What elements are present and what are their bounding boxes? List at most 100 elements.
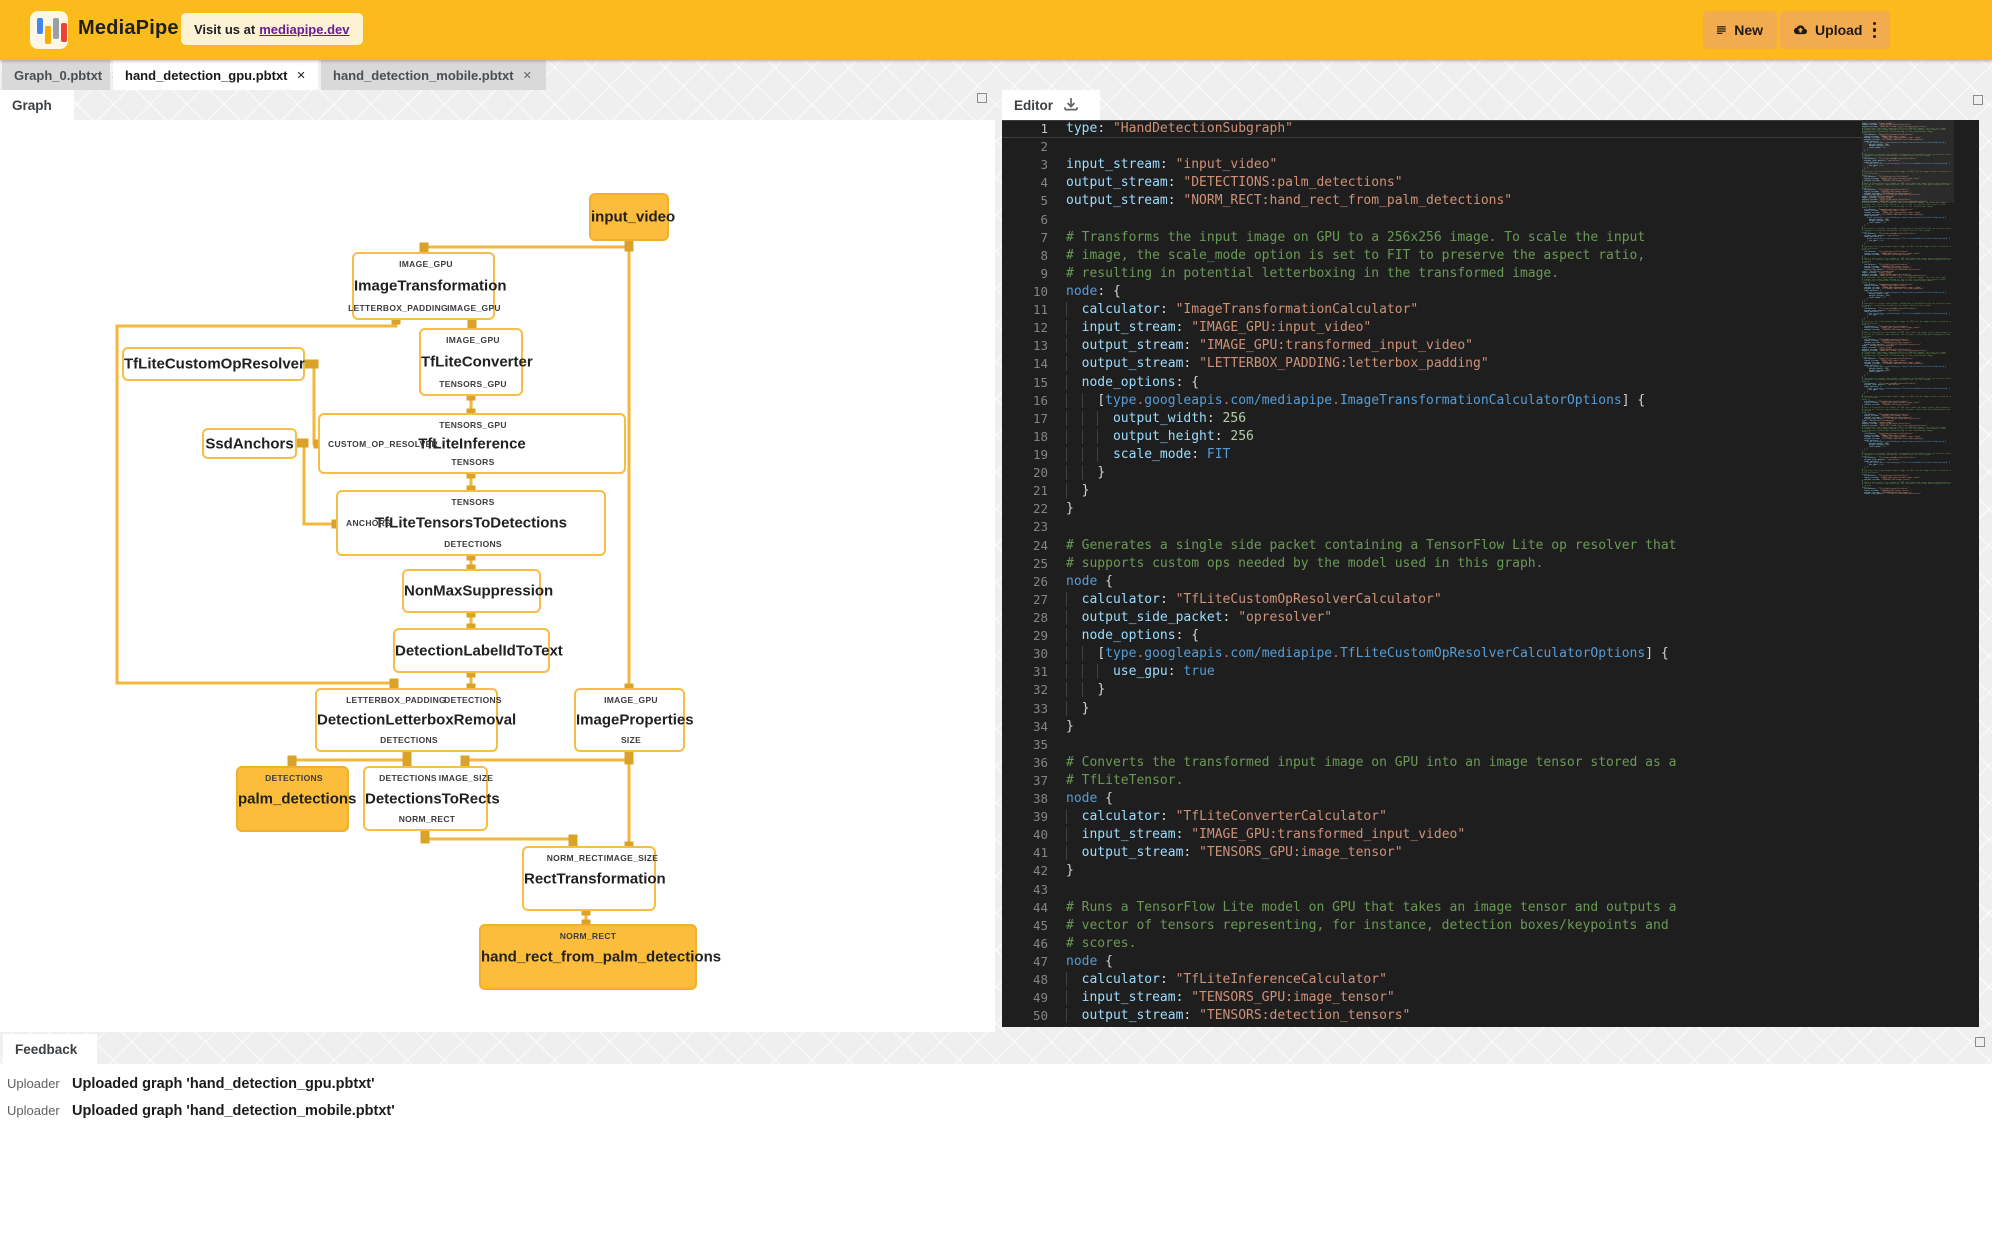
port-label: IMAGE_GPU bbox=[447, 303, 501, 313]
graph-node-TfLiteTensorsToDetections[interactable]: TfLiteTensorsToDetections TENSORS DETECTIO… bbox=[336, 490, 606, 556]
line-number: 24 bbox=[1032, 537, 1048, 553]
code-line: 37 # TfLiteTensor. bbox=[1002, 772, 1862, 790]
code-line: 33 } bbox=[1002, 700, 1862, 718]
line-number: 23 bbox=[1032, 519, 1048, 535]
code-line: 51 input_side_packet: "CUSTOM_OP_RESOLVE… bbox=[1002, 1025, 1862, 1027]
port-label: TENSORS bbox=[451, 457, 495, 467]
code-line: 12 input_stream: "IMAGE_GPU:input_video" bbox=[1002, 319, 1862, 337]
close-tab-icon[interactable]: ✕ bbox=[297, 69, 306, 82]
graph-node-DetectionLabelIdToText[interactable]: DetectionLabelIdToText bbox=[393, 628, 563, 673]
code-line: 23 bbox=[1002, 518, 1862, 536]
code-line: 16 [type.googleapis.com/mediapipe.ImageT… bbox=[1002, 392, 1862, 410]
graph-node-input_video[interactable]: input_video bbox=[589, 193, 676, 241]
tab-feedback[interactable]: Feedback bbox=[3, 1034, 97, 1064]
line-number: 50 bbox=[1032, 1008, 1048, 1024]
graph-node-TfLiteCustomOpResolver[interactable]: TfLiteCustomOpResolver bbox=[122, 347, 305, 381]
menu-lines-icon bbox=[1717, 26, 1726, 34]
line-number: 11 bbox=[1032, 302, 1048, 318]
editor-panel-expand-icon[interactable] bbox=[1973, 95, 1983, 105]
line-number: 46 bbox=[1032, 935, 1048, 951]
port-label: SIZE bbox=[620, 735, 642, 745]
code-line: 29 node_options: { bbox=[1002, 627, 1862, 645]
line-number: 40 bbox=[1032, 827, 1048, 843]
new-button[interactable]: New bbox=[1703, 11, 1777, 49]
file-tab[interactable]: hand_detection_gpu.pbtxt ✕ bbox=[113, 60, 318, 90]
line-number: 44 bbox=[1032, 899, 1048, 915]
close-tab-icon[interactable]: ✕ bbox=[523, 69, 532, 82]
editor-minimap[interactable]: type: "HandDetectionSubgraph" input_strea… bbox=[1862, 122, 1954, 1025]
line-number: 26 bbox=[1032, 573, 1048, 589]
graph-node-SsdAnchors[interactable]: SsdAnchors bbox=[202, 428, 297, 459]
code-line: 48 calculator: "TfLiteInferenceCalculato… bbox=[1002, 971, 1862, 989]
upload-button-label: Upload bbox=[1815, 22, 1863, 38]
code-line: 41 output_stream: "TENSORS_GPU:image_ten… bbox=[1002, 844, 1862, 862]
code-line: 4 output_stream: "DETECTIONS:palm_detecti… bbox=[1002, 174, 1862, 192]
visit-us-chip: Visit us at mediapipe.dev bbox=[181, 13, 363, 45]
tab-graph[interactable]: Graph bbox=[0, 90, 74, 120]
graph-node-TfLiteInference[interactable]: TfLiteInference TENSORS_GPU TENSORS CUSTOM_… bbox=[318, 413, 626, 474]
line-number: 8 bbox=[1040, 247, 1048, 263]
code-line: 30 [type.googleapis.com/mediapipe.TfLite… bbox=[1002, 645, 1862, 663]
code-line: 50 output_stream: "TENSORS:detection_ten… bbox=[1002, 1007, 1862, 1025]
line-number: 21 bbox=[1032, 483, 1048, 499]
code-line: 32 } bbox=[1002, 681, 1862, 699]
line-number: 28 bbox=[1032, 609, 1048, 625]
graph-canvas[interactable]: input_video ImageTransformation IMAGE_GPU L… bbox=[0, 120, 995, 1032]
code-line: 46 # scores. bbox=[1002, 935, 1862, 953]
file-tab[interactable]: Graph_0.pbtxt✕ bbox=[2, 60, 120, 90]
graph-node-RectTransformation[interactable]: RectTransformation NORM_RECT IMAGE_SIZE bbox=[522, 846, 666, 911]
line-number: 16 bbox=[1032, 392, 1048, 408]
code-line: 3 input_stream: "input_video" bbox=[1002, 156, 1862, 174]
upload-menu-kebab-icon[interactable] bbox=[1872, 21, 1876, 39]
upload-button[interactable]: Upload bbox=[1780, 11, 1890, 49]
graph-node-ImageTransformation[interactable]: ImageTransformation IMAGE_GPU LETTERBOX_PA… bbox=[348, 252, 507, 320]
line-number: 38 bbox=[1032, 791, 1048, 807]
feedback-message: Uploaded graph 'hand_detection_gpu.pbtxt… bbox=[72, 1075, 375, 1092]
editor-tab-label: Editor bbox=[1014, 97, 1053, 113]
code-line: 25 # supports custom ops needed by the mo… bbox=[1002, 555, 1862, 573]
port-label: DETECTIONS bbox=[380, 735, 438, 745]
code-line: 10 node: { bbox=[1002, 283, 1862, 301]
mediapipe-dev-link[interactable]: mediapipe.dev bbox=[259, 22, 349, 37]
line-number: 3 bbox=[1040, 157, 1048, 173]
port-label: IMAGE_GPU bbox=[446, 335, 500, 345]
code-line: 5 output_stream: "NORM_RECT:hand_rect_fro… bbox=[1002, 192, 1862, 210]
graph-node-label: DetectionLetterboxRemoval bbox=[317, 711, 517, 729]
graph-node-DetectionsToRects[interactable]: DetectionsToRects DETECTIONS IMAGE_SIZE NOR… bbox=[363, 766, 500, 831]
code-line: 34} bbox=[1002, 718, 1862, 736]
port-label: DETECTIONS bbox=[444, 695, 502, 705]
line-number: 31 bbox=[1032, 664, 1048, 680]
graph-panel-expand-icon[interactable] bbox=[977, 93, 987, 103]
graph-node-NonMaxSuppression[interactable]: NonMaxSuppression bbox=[402, 569, 553, 613]
line-number: 9 bbox=[1040, 265, 1048, 281]
port-label: IMAGE_SIZE bbox=[438, 773, 494, 783]
line-number: 14 bbox=[1032, 356, 1048, 372]
editor-code-area[interactable]: 1 type: "HandDetectionSubgraph" 2 3 input_st… bbox=[1002, 120, 1862, 1027]
line-number: 17 bbox=[1032, 410, 1048, 426]
cloud-upload-icon bbox=[1794, 25, 1808, 35]
new-button-label: New bbox=[1734, 22, 1763, 38]
graph-node-palm_detections[interactable]: palm_detections DETECTIONS bbox=[236, 766, 357, 832]
line-number: 15 bbox=[1032, 374, 1048, 390]
port-label: IMAGE_GPU bbox=[399, 259, 453, 269]
line-number: 39 bbox=[1032, 809, 1048, 825]
graph-node-label: ImageTransformation bbox=[354, 277, 507, 295]
tab-editor[interactable]: Editor bbox=[1002, 90, 1100, 120]
code-line: 20 } bbox=[1002, 464, 1862, 482]
graph-node-DetectionLetterboxRemoval[interactable]: DetectionLetterboxRemoval LETTERBOX_PADDI… bbox=[315, 688, 517, 752]
graph-node-ImageProperties[interactable]: ImageProperties IMAGE_GPU SIZE bbox=[574, 688, 694, 752]
port-label: NORM_RECT bbox=[559, 931, 617, 941]
line-number: 25 bbox=[1032, 555, 1048, 571]
graph-node-TfLiteConverter[interactable]: TfLiteConverter IMAGE_GPU TENSORS_GPU bbox=[419, 328, 533, 396]
graph-node-label: input_video bbox=[591, 208, 676, 226]
port-label: LETTERBOX_PADDING bbox=[346, 695, 446, 705]
download-icon[interactable] bbox=[1063, 97, 1079, 113]
feedback-source-label: Uploader bbox=[7, 1076, 60, 1091]
graph-node-hand_rect_from_palm_detections[interactable]: hand_rect_from_palm_detections NORM_RECT bbox=[479, 924, 721, 990]
app-header: MediaPipe Visit us at mediapipe.dev New … bbox=[0, 0, 1992, 60]
file-tab[interactable]: hand_detection_mobile.pbtxt ✕ bbox=[321, 60, 546, 90]
line-number: 37 bbox=[1032, 772, 1048, 788]
graph-node-label: palm_detections bbox=[238, 790, 357, 808]
file-tab-label: hand_detection_gpu.pbtxt bbox=[125, 67, 288, 83]
line-number: 41 bbox=[1032, 845, 1048, 861]
